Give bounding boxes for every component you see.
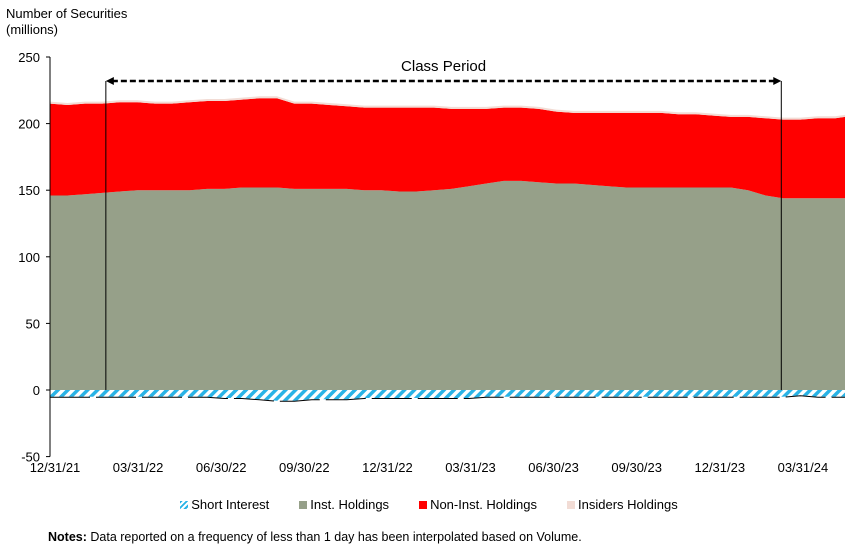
legend-item-short-interest: Short Interest <box>180 497 269 512</box>
y-tick-label: 100 <box>18 250 40 265</box>
x-tick-label: 03/31/22 <box>113 460 164 475</box>
area-short-interest <box>50 390 845 401</box>
notes-label: Notes: <box>48 530 87 544</box>
x-tick-label: 06/30/22 <box>196 460 247 475</box>
x-tick-label: 09/30/23 <box>611 460 662 475</box>
x-tick-label: 03/31/24 <box>778 460 829 475</box>
arrow-left-head-icon <box>105 76 114 85</box>
area-layers <box>50 96 845 402</box>
y-tick-label: 150 <box>18 183 40 198</box>
arrow-right-head-icon <box>773 76 782 85</box>
x-tick-label: 12/31/23 <box>694 460 745 475</box>
legend-item-insiders-holdings: Insiders Holdings <box>567 497 678 512</box>
legend-swatch-icon <box>299 500 308 509</box>
class-period-label: Class Period <box>401 58 486 75</box>
legend-label: Non-Inst. Holdings <box>430 497 538 512</box>
area-inst-holdings <box>50 180 845 390</box>
legend-swatch-icon <box>567 500 576 509</box>
legend-item-non-inst-holdings: Non-Inst. Holdings <box>419 497 537 512</box>
legend-swatch-icon <box>180 500 189 509</box>
legend-label: Insiders Holdings <box>578 497 678 512</box>
x-tick-label: 06/30/23 <box>528 460 579 475</box>
legend-label: Short Interest <box>191 497 270 512</box>
x-tick-label: 09/30/22 <box>279 460 330 475</box>
legend-swatch-icon <box>419 500 428 509</box>
y-tick-label: 200 <box>18 117 40 132</box>
legend-item-inst-holdings: Inst. Holdings <box>299 497 389 512</box>
legend: Short Interest Inst. Holdings Non-Inst. Ho… <box>0 497 858 512</box>
notes: Notes: Data reported on a frequency of l… <box>48 530 582 544</box>
y-tick-label: 50 <box>26 316 40 331</box>
y-tick-label: 250 <box>18 50 40 65</box>
area-non-inst-holdings <box>50 98 845 199</box>
x-tick-label: 03/31/23 <box>445 460 496 475</box>
notes-text: Data reported on a frequency of less tha… <box>86 530 582 544</box>
chart-canvas: -5005010015020025012/31/21 03/31/22 06/30/… <box>18 50 845 475</box>
legend-label: Inst. Holdings <box>310 497 390 512</box>
x-tick-label: 12/31/21 <box>30 460 81 475</box>
y-tick-label: 0 <box>33 383 40 398</box>
x-tick-label: 12/31/22 <box>362 460 413 475</box>
